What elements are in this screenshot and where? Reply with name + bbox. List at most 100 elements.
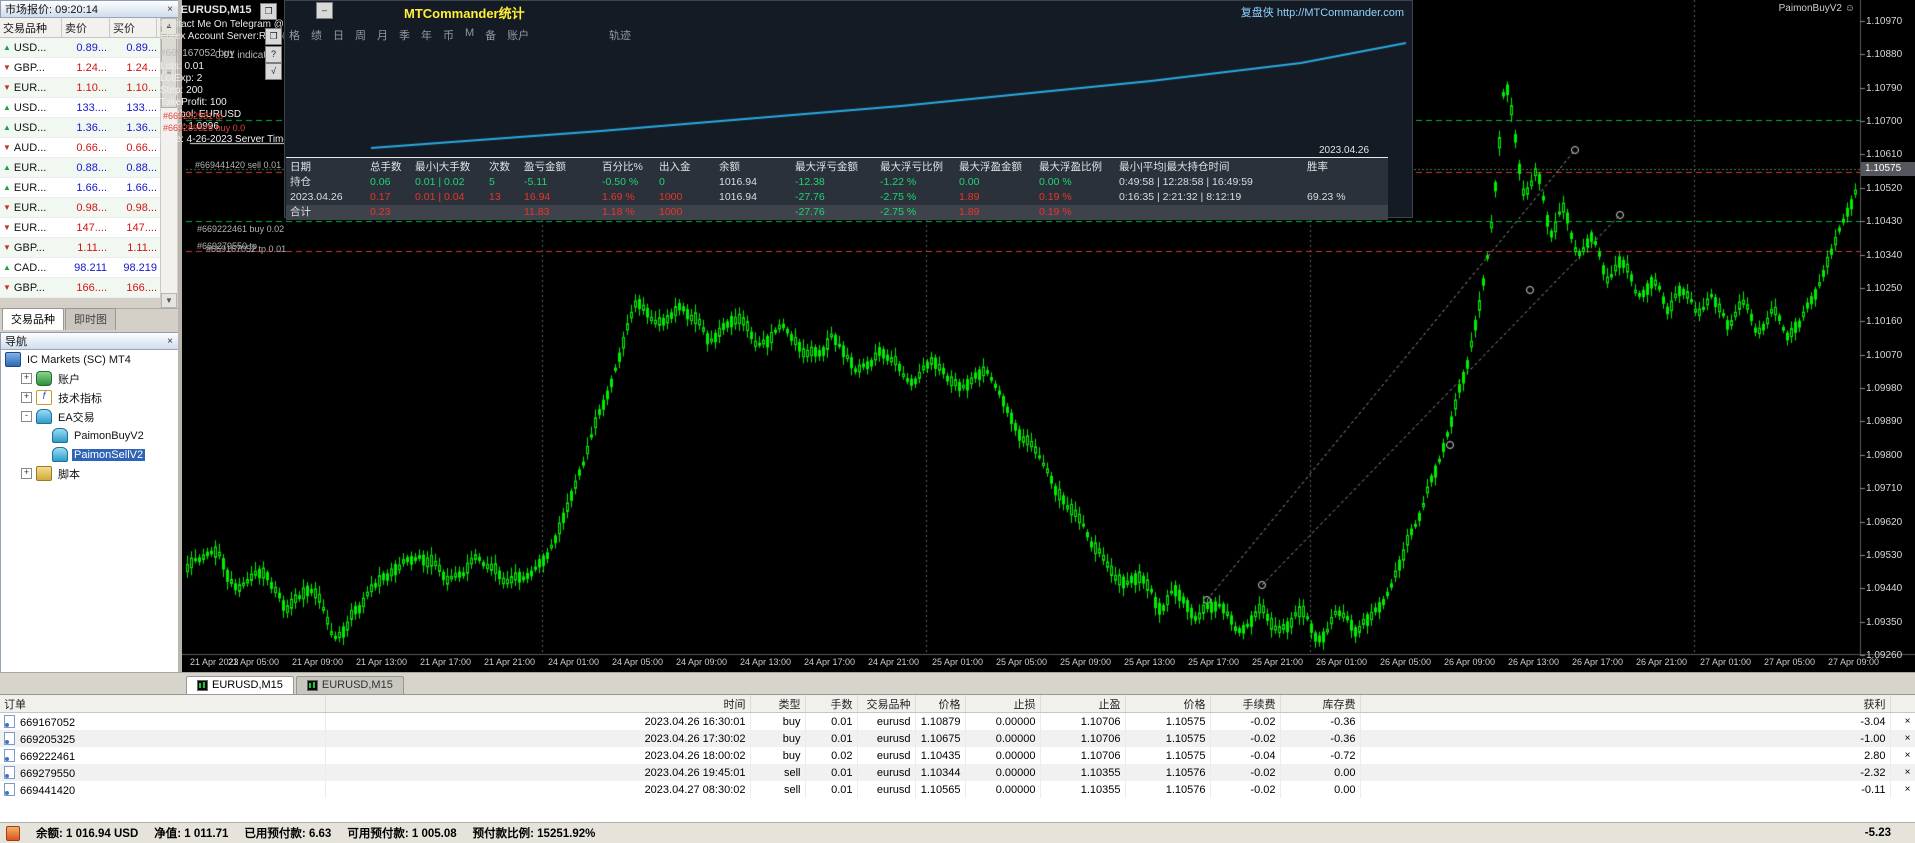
orders-header-9[interactable]: 手续费: [1210, 695, 1281, 713]
stats-menu-item-6[interactable]: 年: [421, 27, 432, 43]
chart-area[interactable]: ▾ EURUSD,M15 ❐ – Contact Me On Telegram …: [160, 0, 1915, 672]
stats-minimize-button[interactable]: –: [316, 2, 333, 19]
market-watch-row[interactable]: ▼ EUR... 1.10... 1.10...: [0, 78, 160, 98]
ea-restore-button[interactable]: ❐: [265, 28, 282, 45]
order-doc-icon: [4, 731, 15, 745]
market-watch-row[interactable]: ▲ USD... 1.36... 1.36...: [0, 118, 160, 138]
navigator-close-icon[interactable]: ×: [163, 336, 177, 347]
market-watch-col-ask[interactable]: 买价: [110, 18, 157, 37]
expand-icon[interactable]: +: [21, 392, 32, 403]
orders-header-11[interactable]: 获利: [1360, 695, 1891, 713]
expand-icon[interactable]: +: [21, 468, 32, 479]
symbol-cell: ▼ EUR...: [0, 82, 62, 94]
market-watch-row[interactable]: ▼ EUR... 147.... 147....: [0, 218, 160, 238]
market-watch-row[interactable]: ▲ EUR... 0.88... 0.88...: [0, 158, 160, 178]
chart-tab-0[interactable]: EURUSD,M15: [186, 676, 294, 694]
chart-restore-button[interactable]: ❐: [260, 3, 277, 20]
order-row[interactable]: 669167052 2023.04.26 16:30:01 buy 0.01 eurus…: [0, 712, 1915, 730]
stats-menu-item-4[interactable]: 月: [377, 27, 388, 43]
tree-item-ic-markets-sc-mt4[interactable]: IC Markets (SC) MT4: [1, 350, 181, 369]
market-watch-row[interactable]: ▼ AUD... 0.66... 0.66...: [0, 138, 160, 158]
orders-header-0[interactable]: 订单: [0, 695, 326, 713]
orders-header-1[interactable]: 时间: [325, 695, 751, 713]
order-profit-cell: -3.04: [1360, 712, 1891, 730]
stats-menu-item-9[interactable]: 备: [485, 27, 496, 43]
time-tick-label: 25 Apr 17:00: [1188, 657, 1240, 667]
market-watch-row[interactable]: ▼ GBP... 1.24... 1.24...: [0, 58, 160, 78]
expand-icon[interactable]: +: [21, 373, 32, 384]
symbol-cell: ▼ AUD...: [0, 142, 62, 154]
tree-item--[interactable]: + 脚本: [1, 464, 181, 483]
arrow-up-icon: ▲: [3, 122, 11, 132]
ask-cell: 1.10...: [126, 81, 157, 94]
status-balance: 余额: 1 016.94 USD: [36, 828, 139, 840]
chart-tab-1[interactable]: EURUSD,M15: [295, 676, 404, 694]
stats-row-1: 2023.04.26 0.17 0.01 | 0.04 13 16.94 1.69 % 10…: [286, 190, 1388, 205]
ea-check-button[interactable]: √: [265, 63, 282, 80]
market-watch-row[interactable]: ▲ CAD... 98.211 98.219: [0, 258, 160, 278]
order-row[interactable]: 669279550 2023.04.26 19:45:01 sell 0.01 euru…: [0, 764, 1915, 781]
bid-cell: 133....: [76, 101, 107, 114]
orders-header-10[interactable]: 库存费: [1280, 695, 1361, 713]
stats-cell: -12.38: [795, 176, 825, 188]
stats-menu-item-track[interactable]: 轨迹: [609, 27, 631, 43]
market-watch-row[interactable]: ▲ USD... 133.... 133....: [0, 98, 160, 118]
scroll-down-icon[interactable]: ▼: [161, 293, 177, 308]
orders-table: 订单 时间 类型 手数 交易品种 价格 止损 止盈 价格 手续费 库存费 获利 669167052 20…: [0, 695, 1915, 798]
collapse-icon[interactable]: -: [21, 411, 32, 422]
order-close-icon[interactable]: ×: [1890, 747, 1915, 764]
tree-item-paimonsellv2[interactable]: PaimonSellV2: [1, 445, 181, 464]
market-watch-row[interactable]: ▼ EUR... 0.98... 0.98...: [0, 198, 160, 218]
price-tick-label: 1.09620: [1866, 516, 1903, 528]
tree-item-paimonbuyv2[interactable]: PaimonBuyV2: [1, 426, 181, 445]
stats-menu-item-2[interactable]: 日: [333, 27, 344, 43]
market-watch-tab-1[interactable]: 即时图: [65, 308, 116, 330]
order-row[interactable]: 669441420 2023.04.27 08:30:02 sell 0.01 euru…: [0, 781, 1915, 798]
order-doc-icon: [4, 714, 15, 728]
ask-cell: 0.89...: [126, 41, 157, 54]
orders-header-3[interactable]: 手数: [805, 695, 858, 713]
order-close-icon[interactable]: ×: [1890, 781, 1915, 798]
chevron-down-icon[interactable]: ▾: [172, 4, 178, 16]
market-watch-tab-0[interactable]: 交易品种: [2, 308, 64, 330]
orders-header-8[interactable]: 价格: [1125, 695, 1211, 713]
orders-header-5[interactable]: 价格: [915, 695, 966, 713]
market-watch-row[interactable]: ▼ GBP... 166.... 166....: [0, 278, 160, 298]
market-watch-row[interactable]: ▲ USD... 0.89... 0.89...: [0, 38, 160, 58]
tree-item-ea-[interactable]: - EA交易: [1, 407, 181, 426]
ea-help-button[interactable]: ?: [265, 46, 282, 63]
market-watch-row[interactable]: ▲ EUR... 1.66... 1.66...: [0, 178, 160, 198]
ask-cell: 1.24...: [126, 61, 157, 74]
market-watch-col-symbol[interactable]: 交易品种: [0, 18, 62, 37]
stats-row-2: 合计 0.23 11.83 1.18 % 1000 -27.76 -2.75 % 1.89 0.…: [286, 205, 1388, 220]
market-watch-row[interactable]: ▼ GBP... 1.11... 1.11...: [0, 238, 160, 258]
order-close-icon[interactable]: ×: [1890, 764, 1915, 781]
order-commission-cell: -0.02: [1210, 730, 1281, 747]
orders-header-4[interactable]: 交易品种: [857, 695, 916, 713]
time-tick-label: 25 Apr 21:00: [1252, 657, 1304, 667]
order-row[interactable]: 669205325 2023.04.26 17:30:02 buy 0.01 eurus…: [0, 730, 1915, 747]
orders-header-2[interactable]: 类型: [750, 695, 806, 713]
tree-item--[interactable]: + 账户: [1, 369, 181, 388]
price-tick-label: 1.10970: [1866, 16, 1903, 27]
status-free-margin: 可用预付款: 1 005.08: [347, 828, 457, 840]
stats-menu-item-10[interactable]: 账户: [507, 27, 529, 43]
order-close-icon[interactable]: ×: [1890, 712, 1915, 730]
order-open-cell: 1.10435: [915, 747, 966, 764]
stats-cell: 0.00 %: [1039, 176, 1072, 188]
market-watch-col-bid[interactable]: 卖价: [62, 18, 110, 37]
stats-menu-item-3[interactable]: 周: [355, 27, 366, 43]
order-close-icon[interactable]: ×: [1890, 730, 1915, 747]
stats-menu-item-0[interactable]: 格: [289, 27, 300, 43]
order-swap-cell: 0.00: [1280, 781, 1361, 798]
stats-menu-item-8[interactable]: M: [465, 27, 474, 43]
stats-menu-item-5[interactable]: 季: [399, 27, 410, 43]
orders-header-6[interactable]: 止损: [965, 695, 1041, 713]
order-ticket-cell: 669222461: [0, 747, 326, 764]
order-row[interactable]: 669222461 2023.04.26 18:00:02 buy 0.02 eurus…: [0, 747, 1915, 764]
orders-header-7[interactable]: 止盈: [1040, 695, 1126, 713]
stats-brand-link[interactable]: 复盘侠 http://MTCommander.com: [1241, 4, 1404, 20]
stats-menu-item-1[interactable]: 绩: [311, 27, 322, 43]
tree-item--[interactable]: + f 技术指标: [1, 388, 181, 407]
stats-menu-item-7[interactable]: 币: [443, 27, 454, 43]
